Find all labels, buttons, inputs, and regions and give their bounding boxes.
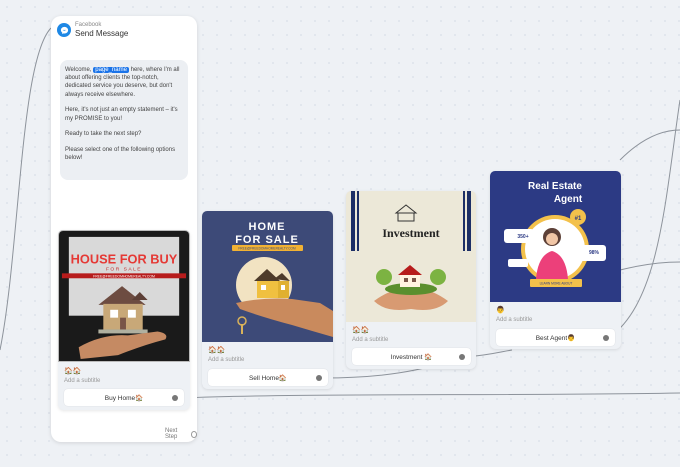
best-agent-port[interactable] — [603, 334, 609, 341]
card3-subtitle[interactable]: Add a subtitle — [352, 337, 388, 343]
next-step-port[interactable] — [190, 430, 197, 438]
connector-buy-home — [179, 392, 680, 399]
message-paragraph-4: Please select one of the following optio… — [65, 146, 176, 162]
message-paragraph-3: Ready to take the next step? — [65, 131, 142, 138]
investment-button[interactable]: Investment 🏠 — [352, 348, 471, 365]
node-header: Facebook Send Message — [57, 22, 128, 38]
card1-heading: HOUSE FOR BUY — [71, 252, 178, 267]
card-image-home-for-sale: HOME FOR SALE FREE@FREEDOMHOMEREALTY.COM — [202, 211, 333, 342]
card4-footer: LEARN MORE ABOUT — [540, 282, 573, 286]
card1-subheading: FOR SALE — [106, 266, 142, 272]
card3-heading: Investment — [382, 226, 439, 240]
next-step-label: Next Step — [165, 428, 178, 440]
buy-home-port[interactable] — [172, 394, 178, 401]
best-agent-button[interactable]: Best Agent👨 — [496, 329, 615, 346]
sell-home-port[interactable] — [316, 374, 322, 381]
card1-email: FREE@FREEDOMHOMEREALTY.COM — [93, 274, 155, 278]
node-title: Send Message — [75, 29, 129, 38]
card4-stat-2: 98% — [589, 250, 600, 256]
card1-subtitle[interactable]: Add a subtitle — [64, 378, 100, 384]
card-investment[interactable]: Investment 🏠🏠 Add a subtitle Investment … — [346, 191, 476, 369]
card-best-agent[interactable]: Real Estate Agent #1 350+ 98% LEARN MORE… — [490, 171, 621, 349]
card-sell-home[interactable]: HOME FOR SALE FREE@FREEDOMHOMEREALTY.COM… — [202, 211, 333, 389]
card4-heading-line1: Real Estate — [528, 181, 582, 192]
buy-home-button[interactable]: Buy Home🏠 — [64, 389, 184, 406]
next-step-connector[interactable]: Next Step — [165, 428, 197, 440]
card4-icons: 👨 — [496, 307, 505, 314]
message-bubble[interactable]: Welcome, page_name here, where I'm all a… — [60, 60, 188, 180]
card2-email: FREE@FREEDOMHOMEREALTY.COM — [238, 247, 296, 251]
sell-home-button[interactable]: Sell Home🏠 — [208, 369, 328, 386]
buy-home-button-label: Buy Home🏠 — [104, 394, 144, 402]
incoming-connector — [0, 27, 52, 351]
sell-home-button-label: Sell Home🏠 — [248, 374, 288, 382]
card2-subtitle[interactable]: Add a subtitle — [208, 357, 244, 363]
card1-icons: 🏠🏠 — [64, 368, 82, 375]
card4-badge: #1 — [575, 216, 582, 222]
messenger-icon — [57, 23, 71, 37]
investment-port[interactable] — [459, 353, 465, 360]
node-platform-label: Facebook — [75, 22, 102, 28]
card-image-investment: Investment — [346, 191, 476, 322]
page-name-variable-tag: page_name — [93, 67, 129, 73]
investment-button-label: Investment 🏠 — [390, 353, 433, 361]
best-agent-button-label: Best Agent👨 — [535, 334, 576, 342]
card2-heading-line1: HOME — [249, 221, 286, 233]
card3-icons: 🏠🏠 — [352, 327, 370, 334]
card-buy-home[interactable]: HOUSE FOR BUY FOR SALE FREE@FREEDOMHOMER… — [58, 230, 190, 410]
card-image-house-for-buy: HOUSE FOR BUY FOR SALE FREE@FREEDOMHOMER… — [58, 230, 190, 362]
message-paragraph-1: Welcome, page_name here, where I'm all a… — [65, 67, 180, 98]
card4-subtitle[interactable]: Add a subtitle — [496, 317, 532, 323]
connector-out-1 — [619, 129, 680, 161]
card4-stat-1: 350+ — [517, 234, 528, 240]
card2-icons: 🏠🏠 — [208, 347, 226, 354]
message-paragraph-2: Here, it's not just an empty statement –… — [65, 107, 178, 122]
connector-out-2 — [619, 261, 680, 271]
card-image-real-estate-agent: Real Estate Agent #1 350+ 98% LEARN MORE… — [490, 171, 621, 302]
card2-heading-line2: FOR SALE — [235, 234, 299, 246]
card4-heading-line2: Agent — [554, 194, 583, 205]
